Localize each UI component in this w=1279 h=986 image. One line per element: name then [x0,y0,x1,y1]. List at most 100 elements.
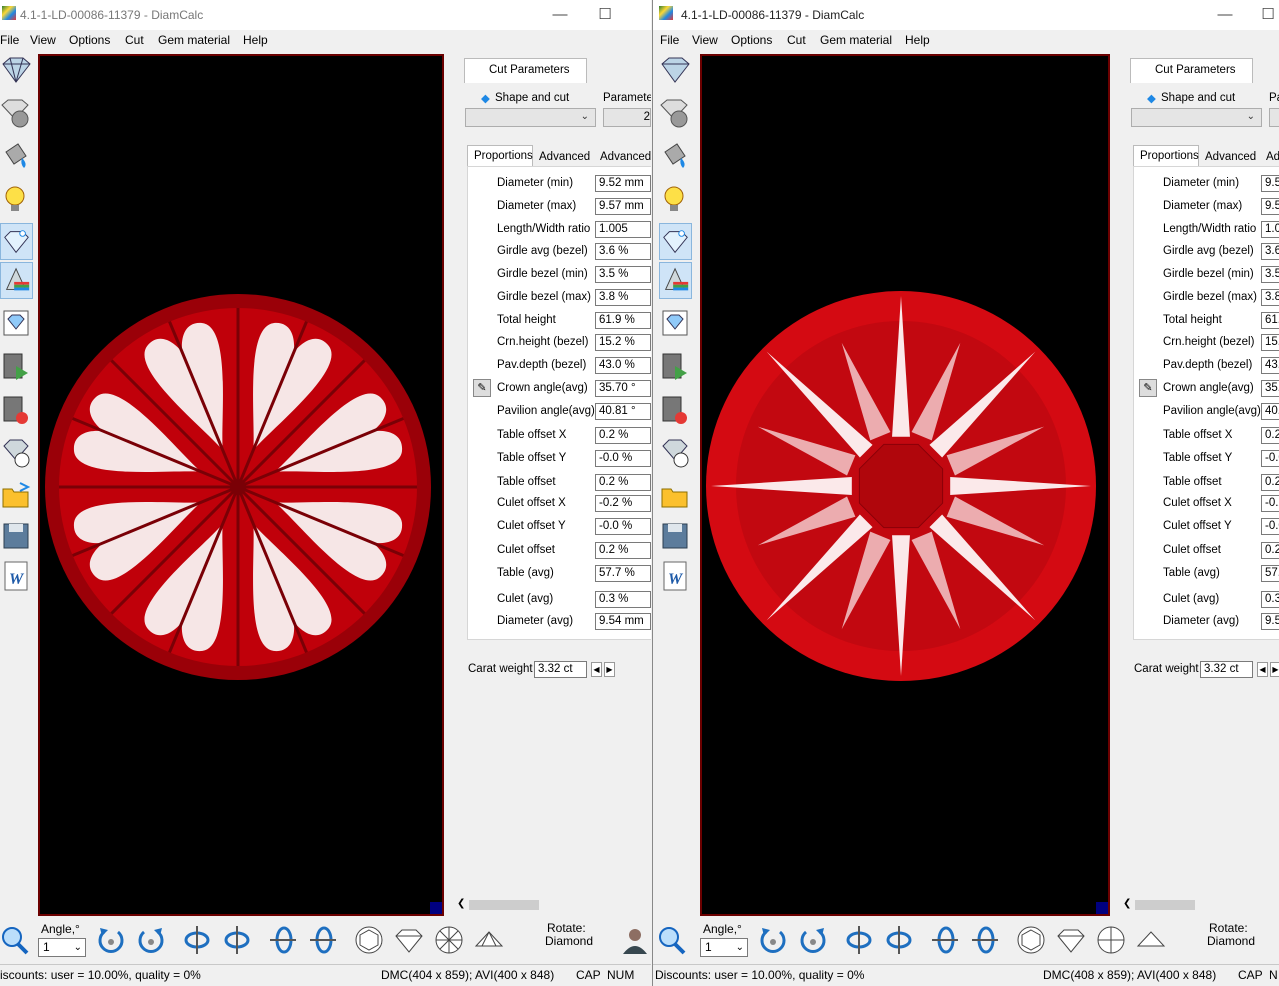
menu-cut[interactable]: Cut [787,33,806,47]
rotate-left-icon[interactable] [96,924,126,956]
gem-viewport[interactable] [38,54,444,916]
tab-advanced-1[interactable]: Advanced [539,151,590,163]
maximize-button[interactable]: ☐ [585,4,625,26]
tab-advanced-2[interactable]: Advanced [600,151,651,163]
param-value-field[interactable]: -0.2 [1261,495,1279,512]
param-value-field[interactable]: 57.7 % [595,565,651,582]
user-avatar-icon[interactable] [620,924,650,956]
menu-file[interactable]: File [660,33,679,47]
maximize-button[interactable]: ☐ [1248,4,1279,26]
diamond-bottom-view-icon[interactable] [434,924,464,956]
open-folder-icon[interactable] [659,477,692,514]
spin-right-arrow-icon[interactable]: ▶ [1270,662,1279,677]
diamond-angle-view-icon[interactable] [474,924,504,956]
video-play-icon[interactable] [659,348,692,385]
tilt-down-icon[interactable] [308,924,338,956]
param-value-field[interactable]: 9.5 [1261,175,1279,192]
crown-angle-tool-icon[interactable]: ✎ [473,379,491,397]
diamond-reel-icon[interactable] [659,434,692,471]
minimize-button[interactable]: — [1205,4,1245,26]
param-value-field[interactable]: 40. [1261,403,1279,420]
rotate-right-icon[interactable] [798,924,828,956]
menu-file[interactable]: File [0,33,19,47]
param-value-field[interactable]: 0.2 % [595,474,651,491]
menu-gem-material[interactable]: Gem material [820,33,892,47]
param-value-field[interactable]: 35. [1261,380,1279,397]
angle-select[interactable]: 1 ⌄ [38,938,86,957]
diamond-reel-icon[interactable] [0,434,33,471]
param-value-field[interactable]: 9.54 mm [595,613,651,630]
param-value-field[interactable]: 9.5 [1261,198,1279,215]
param-value-field[interactable]: 40.81 ° [595,403,651,420]
param-value-field[interactable]: 0.2 [1261,542,1279,559]
lightbulb-icon[interactable] [0,181,33,218]
tilt-down-icon[interactable] [970,924,1000,956]
tab-cut-parameters[interactable]: Cut Parameters [1130,58,1253,83]
flip-vertical-left-icon[interactable] [844,924,874,956]
video-record-icon[interactable] [0,391,33,428]
rotate-mode-value[interactable]: Diamond [545,934,593,948]
param-value-field[interactable]: 9.5 [1261,613,1279,630]
shape-and-cut-select[interactable]: ⌄ [1131,108,1262,127]
flip-vertical-right-icon[interactable] [884,924,914,956]
diamond-top-view-icon[interactable] [354,924,384,956]
param-value-field[interactable]: 3.5 % [595,266,651,283]
param-value-field[interactable]: -0.0 % [595,518,651,535]
param-value-field[interactable]: 15. [1261,334,1279,351]
rotate-right-icon[interactable] [136,924,166,956]
save-disk-icon[interactable] [0,518,33,555]
param-value-field[interactable]: 3.6 [1261,243,1279,260]
menu-options[interactable]: Options [69,33,110,47]
tab-proportions[interactable]: Proportions [1133,145,1199,168]
horizontal-scrollbar[interactable]: ❮ [1119,898,1279,912]
diamond-side-view-icon[interactable] [394,924,424,956]
param-value-field[interactable]: 61. [1261,312,1279,329]
open-folder-icon[interactable] [0,477,33,514]
param-value-field[interactable]: -0.0 [1261,518,1279,535]
diamond-angle-view-icon[interactable] [1136,924,1166,956]
param-value-field[interactable]: 61.9 % [595,312,651,329]
diamond-light-icon[interactable] [0,223,33,260]
diamond-light-icon[interactable] [659,223,692,260]
tab-cut-parameters[interactable]: Cut Parameters [464,58,587,83]
scrollbar-thumb[interactable] [1135,900,1195,910]
param-value-field[interactable]: -0.2 % [595,495,651,512]
tab-proportions[interactable]: Proportions [467,145,533,168]
video-record-icon[interactable] [659,391,692,428]
carat-weight-field[interactable]: 3.32 ct [534,661,587,678]
scrollbar-thumb[interactable] [469,900,539,910]
crown-angle-tool-icon[interactable]: ✎ [1139,379,1157,397]
save-disk-icon[interactable] [659,518,692,555]
param-value-field[interactable]: 0.2 [1261,427,1279,444]
minimize-button[interactable]: — [540,4,580,26]
angle-select[interactable]: 1 ⌄ [700,938,748,957]
lightbulb-icon[interactable] [659,181,692,218]
menu-view[interactable]: View [30,33,56,47]
scroll-left-icon[interactable]: ❮ [457,898,465,909]
menu-help[interactable]: Help [905,33,930,47]
scroll-left-icon[interactable]: ❮ [1123,898,1131,909]
diamond-bottom-view-icon[interactable] [1096,924,1126,956]
param-value-field[interactable]: 9.57 mm [595,198,651,215]
param-value-field[interactable]: 3.6 % [595,243,651,260]
menu-help[interactable]: Help [243,33,268,47]
menu-gem-material[interactable]: Gem material [158,33,230,47]
param-value-field[interactable]: 0.3 [1261,591,1279,608]
word-document-icon[interactable]: W [0,558,33,595]
zoom-magnifier-icon[interactable] [0,924,30,956]
param-value-field[interactable]: 1.0 [1261,221,1279,238]
param-value-field[interactable]: -0.0 % [595,450,651,467]
param-value-field[interactable]: 3.8 % [595,289,651,306]
shape-and-cut-select[interactable]: ⌄ [465,108,596,127]
horizontal-scrollbar[interactable]: ❮ [453,898,651,912]
param-value-field[interactable]: 0.2 % [595,542,651,559]
param-value-field[interactable]: -0.0 [1261,450,1279,467]
flip-vertical-right-icon[interactable] [222,924,252,956]
param-value-field[interactable]: 43. [1261,357,1279,374]
zoom-magnifier-icon[interactable] [657,924,687,956]
carat-weight-field[interactable]: 3.32 ct [1200,661,1253,678]
diamond-top-view-icon[interactable] [1016,924,1046,956]
diamond-side-view-icon[interactable] [1056,924,1086,956]
rotate-left-icon[interactable] [758,924,788,956]
tab-advanced-2[interactable]: Adv [1266,151,1279,163]
